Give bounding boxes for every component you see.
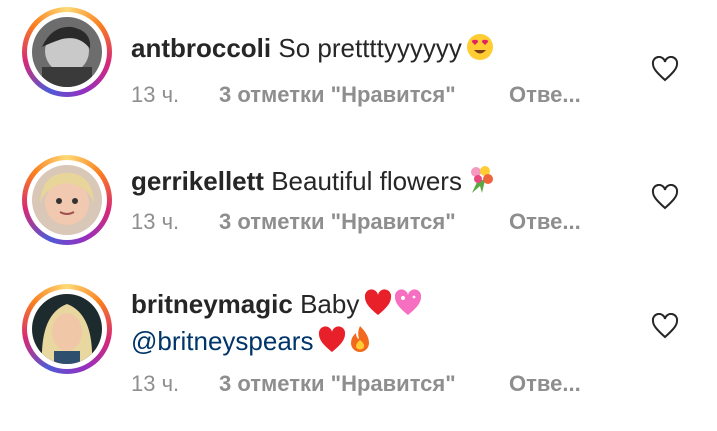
red-heart-emoji-icon <box>317 326 347 361</box>
sparkling-heart-emoji-icon <box>393 289 423 324</box>
comment-username[interactable]: gerrikellett <box>131 166 264 196</box>
comment-username[interactable]: antbroccoli <box>131 33 271 63</box>
heart-outline-icon[interactable] <box>651 312 679 339</box>
bouquet-emoji-icon <box>466 164 496 201</box>
avatar[interactable] <box>22 284 112 374</box>
reply-button[interactable]: Отве... <box>509 208 581 236</box>
red-heart-emoji-icon <box>363 289 393 324</box>
heart-outline-icon[interactable] <box>651 183 679 210</box>
comment-likes[interactable]: 3 отметки "Нравится" <box>219 370 509 398</box>
comment-likes[interactable]: 3 отметки "Нравится" <box>219 208 509 236</box>
fire-emoji-icon <box>347 324 373 361</box>
comment-time: 13 ч. <box>131 209 180 234</box>
comment-text: So prettttyyyyyy <box>278 33 462 63</box>
comment-likes[interactable]: 3 отметки "Нравится" <box>219 81 509 109</box>
avatar[interactable] <box>22 155 112 245</box>
comment-text: Beautiful flowers <box>271 166 462 196</box>
comment-time: 13 ч. <box>131 371 180 396</box>
comment-time: 13 ч. <box>131 82 180 107</box>
heart-eyes-emoji-icon <box>466 33 494 68</box>
mention-link[interactable]: @britneyspears <box>131 326 313 356</box>
comment-username[interactable]: britneymagic <box>131 289 293 319</box>
reply-button[interactable]: Отве... <box>509 370 581 398</box>
reply-button[interactable]: Отве... <box>509 81 581 109</box>
avatar[interactable] <box>22 7 112 97</box>
comment-text: Baby <box>300 289 360 319</box>
heart-outline-icon[interactable] <box>651 55 679 82</box>
